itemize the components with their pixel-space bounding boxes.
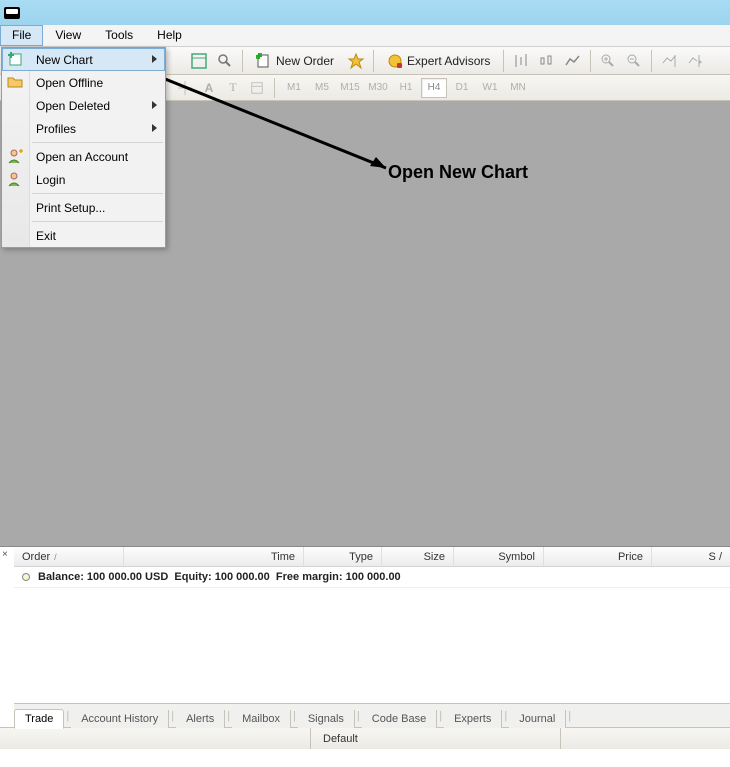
file-dropdown-menu: New Chart Open Offline Open Deleted Prof…: [1, 47, 166, 248]
menu-item-open-offline[interactable]: Open Offline: [2, 71, 165, 94]
timeframe-w1[interactable]: W1: [477, 78, 503, 98]
menu-item-label: New Chart: [36, 53, 93, 67]
freemargin-label: Free margin:: [276, 571, 343, 583]
menu-item-print-setup[interactable]: Print Setup...: [2, 196, 165, 219]
balance-label: Balance:: [38, 571, 84, 583]
terminal-close-button[interactable]: ×: [2, 549, 8, 560]
terminal-tab-trade[interactable]: Trade: [14, 709, 64, 729]
menu-view[interactable]: View: [43, 25, 93, 46]
menu-item-label: Open Deleted: [36, 99, 110, 113]
new-chart-icon: [7, 51, 23, 67]
auto-scroll-icon[interactable]: [658, 50, 680, 72]
candle-chart-icon[interactable]: [536, 50, 558, 72]
status-profile[interactable]: Default: [310, 728, 560, 749]
annotation-label: Open New Chart: [388, 162, 528, 183]
timeframe-d1[interactable]: D1: [449, 78, 475, 98]
line-chart-icon[interactable]: [562, 50, 584, 72]
folder-open-icon: [7, 74, 23, 90]
timeframe-h4[interactable]: H4: [421, 78, 447, 98]
terminal-panel: × Terminal Order/ Time Type Size Symbol …: [0, 546, 730, 727]
equity-value: 100 000.00: [215, 571, 270, 583]
equity-label: Equity:: [174, 571, 211, 583]
menu-item-open-account[interactable]: Open an Account: [2, 145, 165, 168]
balance-dot-icon: [22, 573, 30, 581]
expert-advisors-label: Expert Advisors: [407, 54, 490, 68]
menu-item-label: Open Offline: [36, 76, 103, 90]
menu-item-login[interactable]: Login: [2, 168, 165, 191]
terminal-body: [14, 588, 730, 680]
col-symbol[interactable]: Symbol: [454, 547, 544, 566]
submenu-arrow-icon: [152, 124, 157, 132]
menu-item-label: Open an Account: [36, 150, 128, 164]
col-price[interactable]: Price: [544, 547, 652, 566]
col-size[interactable]: Size: [382, 547, 454, 566]
balance-row[interactable]: Balance: 100 000.00 USD Equity: 100 000.…: [14, 567, 730, 588]
timeframe-mn[interactable]: MN: [505, 78, 531, 98]
menu-item-label: Login: [36, 173, 65, 187]
menu-file[interactable]: File: [0, 25, 43, 46]
person-add-icon: [7, 148, 23, 164]
terminal-table-header: Order/ Time Type Size Symbol Price S /: [14, 547, 730, 567]
status-empty: [560, 728, 730, 749]
title-bar: [0, 0, 730, 25]
balance-value: 100 000.00 USD: [87, 571, 168, 583]
terminal-tab-experts[interactable]: Experts: [444, 710, 502, 728]
terminal-tab-alerts[interactable]: Alerts: [176, 710, 225, 728]
zoom-out-icon[interactable]: [623, 50, 645, 72]
col-type[interactable]: Type: [304, 547, 382, 566]
status-bar: Default: [0, 727, 730, 749]
chart-shift-icon[interactable]: [684, 50, 706, 72]
menu-help[interactable]: Help: [145, 25, 194, 46]
col-order[interactable]: Order/: [14, 547, 124, 566]
person-login-icon: [7, 171, 23, 187]
submenu-arrow-icon: [152, 101, 157, 109]
terminal-tab-signals[interactable]: Signals: [298, 710, 355, 728]
menu-item-exit[interactable]: Exit: [2, 224, 165, 247]
submenu-arrow-icon: [152, 55, 157, 63]
col-sl[interactable]: S /: [652, 547, 730, 566]
freemargin-value: 100 000.00: [346, 571, 401, 583]
menu-item-label: Print Setup...: [36, 201, 105, 215]
terminal-tab-journal[interactable]: Journal: [509, 710, 566, 728]
menu-item-label: Profiles: [36, 122, 76, 136]
zoom-in-icon[interactable]: [597, 50, 619, 72]
menu-bar: File View Tools Help: [0, 25, 730, 47]
menu-tools[interactable]: Tools: [93, 25, 145, 46]
terminal-tab-mailbox[interactable]: Mailbox: [232, 710, 291, 728]
menu-item-profiles[interactable]: Profiles: [2, 117, 165, 140]
col-time[interactable]: Time: [124, 547, 304, 566]
app-icon: [4, 7, 20, 19]
terminal-tab-account-history[interactable]: Account History: [71, 710, 169, 728]
terminal-tabs: Trade | Account History | Alerts | Mailb…: [14, 703, 730, 727]
menu-item-new-chart[interactable]: New Chart: [2, 48, 165, 71]
bar-chart-icon[interactable]: [510, 50, 532, 72]
menu-item-label: Exit: [36, 229, 56, 243]
menu-item-open-deleted[interactable]: Open Deleted: [2, 94, 165, 117]
terminal-tab-code-base[interactable]: Code Base: [362, 710, 437, 728]
